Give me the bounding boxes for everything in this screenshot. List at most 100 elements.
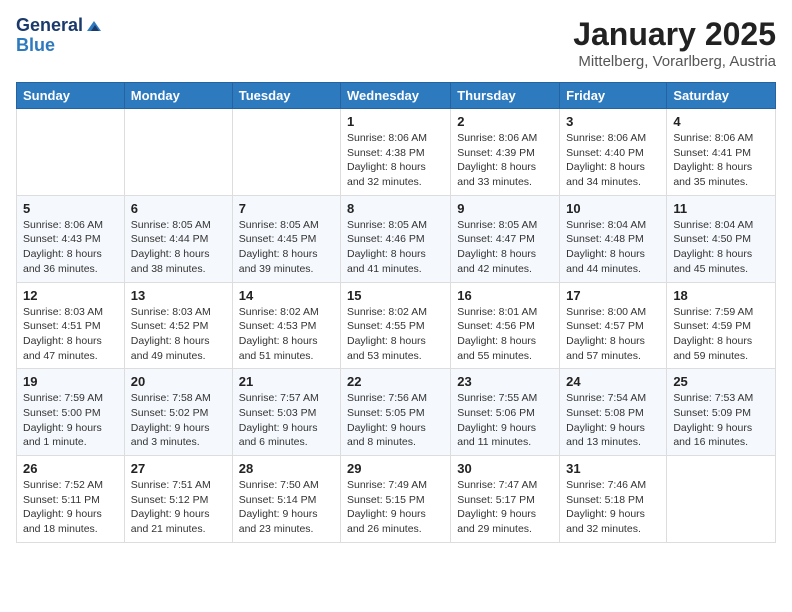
calendar-cell: 11 Sunrise: 8:04 AM Sunset: 4:50 PM Dayli… [667, 195, 776, 282]
calendar-cell: 2 Sunrise: 8:06 AM Sunset: 4:39 PM Daylig… [451, 109, 560, 196]
day-number: 9 [457, 201, 553, 216]
calendar-cell [124, 109, 232, 196]
calendar-cell [17, 109, 125, 196]
calendar-cell: 26Sunrise: 7:52 AM Sunset: 5:11 PM Dayli… [17, 456, 125, 543]
day-number: 20 [131, 374, 226, 389]
day-number: 5 [23, 201, 118, 216]
calendar-cell: 23Sunrise: 7:55 AM Sunset: 5:06 PM Dayli… [451, 369, 560, 456]
day-number: 14 [239, 288, 334, 303]
day-number: 6 [131, 201, 226, 216]
day-number: 29 [347, 461, 444, 476]
month-title: January 2025 [573, 16, 776, 53]
logo-blue: Blue [16, 36, 55, 56]
day-info: Sunrise: 7:58 AM Sunset: 5:02 PM Dayligh… [131, 391, 226, 450]
day-info: Sunrise: 7:49 AM Sunset: 5:15 PM Dayligh… [347, 478, 444, 537]
day-info: Sunrise: 7:56 AM Sunset: 5:05 PM Dayligh… [347, 391, 444, 450]
calendar-cell: 27 Sunrise: 7:51 AM Sunset: 5:12 PM Dayli… [124, 456, 232, 543]
day-info: Sunrise: 8:05 AM Sunset: 4:45 PM Dayligh… [239, 218, 334, 277]
page-header: General Blue January 2025 Mittelberg, Vo… [16, 16, 776, 70]
calendar-week-5: 26Sunrise: 7:52 AM Sunset: 5:11 PM Dayli… [17, 456, 776, 543]
calendar-week-1: 1 Sunrise: 8:06 AM Sunset: 4:38 PM Daylig… [17, 109, 776, 196]
calendar-cell: 8Sunrise: 8:05 AM Sunset: 4:46 PM Daylig… [341, 195, 451, 282]
calendar-cell: 25Sunrise: 7:53 AM Sunset: 5:09 PM Dayli… [667, 369, 776, 456]
day-info: Sunrise: 8:06 AM Sunset: 4:40 PM Dayligh… [566, 131, 660, 190]
day-number: 21 [239, 374, 334, 389]
weekday-header-saturday: Saturday [667, 83, 776, 109]
day-info: Sunrise: 7:54 AM Sunset: 5:08 PM Dayligh… [566, 391, 660, 450]
day-info: Sunrise: 7:46 AM Sunset: 5:18 PM Dayligh… [566, 478, 660, 537]
day-number: 3 [566, 114, 660, 129]
day-number: 7 [239, 201, 334, 216]
day-number: 10 [566, 201, 660, 216]
day-info: Sunrise: 8:05 AM Sunset: 4:47 PM Dayligh… [457, 218, 553, 277]
day-number: 8 [347, 201, 444, 216]
calendar-cell: 14Sunrise: 8:02 AM Sunset: 4:53 PM Dayli… [232, 282, 340, 369]
day-info: Sunrise: 8:06 AM Sunset: 4:39 PM Dayligh… [457, 131, 553, 190]
calendar-cell: 20 Sunrise: 7:58 AM Sunset: 5:02 PM Dayli… [124, 369, 232, 456]
calendar-cell: 3 Sunrise: 8:06 AM Sunset: 4:40 PM Daylig… [560, 109, 667, 196]
calendar-cell: 18Sunrise: 7:59 AM Sunset: 4:59 PM Dayli… [667, 282, 776, 369]
calendar-cell: 15Sunrise: 8:02 AM Sunset: 4:55 PM Dayli… [341, 282, 451, 369]
calendar-cell: 12Sunrise: 8:03 AM Sunset: 4:51 PM Dayli… [17, 282, 125, 369]
day-number: 2 [457, 114, 553, 129]
calendar-cell: 7 Sunrise: 8:05 AM Sunset: 4:45 PM Daylig… [232, 195, 340, 282]
weekday-header-wednesday: Wednesday [341, 83, 451, 109]
calendar-cell: 9 Sunrise: 8:05 AM Sunset: 4:47 PM Daylig… [451, 195, 560, 282]
day-number: 4 [673, 114, 769, 129]
day-info: Sunrise: 7:57 AM Sunset: 5:03 PM Dayligh… [239, 391, 334, 450]
calendar-cell [667, 456, 776, 543]
calendar-cell: 22 Sunrise: 7:56 AM Sunset: 5:05 PM Dayli… [341, 369, 451, 456]
day-info: Sunrise: 8:06 AM Sunset: 4:38 PM Dayligh… [347, 131, 444, 190]
day-number: 11 [673, 201, 769, 216]
calendar-cell: 10 Sunrise: 8:04 AM Sunset: 4:48 PM Dayli… [560, 195, 667, 282]
calendar-cell: 31 Sunrise: 7:46 AM Sunset: 5:18 PM Dayli… [560, 456, 667, 543]
day-number: 1 [347, 114, 444, 129]
day-info: Sunrise: 8:04 AM Sunset: 4:48 PM Dayligh… [566, 218, 660, 277]
calendar-cell: 28 Sunrise: 7:50 AM Sunset: 5:14 PM Dayli… [232, 456, 340, 543]
day-info: Sunrise: 8:01 AM Sunset: 4:56 PM Dayligh… [457, 305, 553, 364]
calendar-cell [232, 109, 340, 196]
day-number: 26 [23, 461, 118, 476]
logo: General Blue [16, 16, 103, 56]
day-number: 12 [23, 288, 118, 303]
weekday-header-row: SundayMondayTuesdayWednesdayThursdayFrid… [17, 83, 776, 109]
day-number: 30 [457, 461, 553, 476]
calendar-cell: 30 Sunrise: 7:47 AM Sunset: 5:17 PM Dayli… [451, 456, 560, 543]
day-number: 17 [566, 288, 660, 303]
day-info: Sunrise: 7:50 AM Sunset: 5:14 PM Dayligh… [239, 478, 334, 537]
weekday-header-tuesday: Tuesday [232, 83, 340, 109]
day-info: Sunrise: 8:02 AM Sunset: 4:55 PM Dayligh… [347, 305, 444, 364]
day-number: 19 [23, 374, 118, 389]
day-info: Sunrise: 7:53 AM Sunset: 5:09 PM Dayligh… [673, 391, 769, 450]
day-number: 22 [347, 374, 444, 389]
weekday-header-sunday: Sunday [17, 83, 125, 109]
day-number: 16 [457, 288, 553, 303]
calendar-cell: 19Sunrise: 7:59 AM Sunset: 5:00 PM Dayli… [17, 369, 125, 456]
day-number: 31 [566, 461, 660, 476]
calendar-cell: 1 Sunrise: 8:06 AM Sunset: 4:38 PM Daylig… [341, 109, 451, 196]
weekday-header-friday: Friday [560, 83, 667, 109]
weekday-header-monday: Monday [124, 83, 232, 109]
day-info: Sunrise: 8:06 AM Sunset: 4:41 PM Dayligh… [673, 131, 769, 190]
day-number: 27 [131, 461, 226, 476]
calendar-cell: 4 Sunrise: 8:06 AM Sunset: 4:41 PM Daylig… [667, 109, 776, 196]
calendar-table: SundayMondayTuesdayWednesdayThursdayFrid… [16, 82, 776, 543]
day-number: 18 [673, 288, 769, 303]
calendar-cell: 5Sunrise: 8:06 AM Sunset: 4:43 PM Daylig… [17, 195, 125, 282]
logo-icon [85, 17, 103, 35]
day-info: Sunrise: 7:47 AM Sunset: 5:17 PM Dayligh… [457, 478, 553, 537]
day-info: Sunrise: 7:51 AM Sunset: 5:12 PM Dayligh… [131, 478, 226, 537]
day-info: Sunrise: 8:03 AM Sunset: 4:52 PM Dayligh… [131, 305, 226, 364]
day-number: 13 [131, 288, 226, 303]
day-number: 23 [457, 374, 553, 389]
location-title: Mittelberg, Vorarlberg, Austria [573, 53, 776, 70]
day-number: 28 [239, 461, 334, 476]
title-block: January 2025 Mittelberg, Vorarlberg, Aus… [573, 16, 776, 70]
day-info: Sunrise: 8:04 AM Sunset: 4:50 PM Dayligh… [673, 218, 769, 277]
logo-general: General [16, 16, 83, 36]
day-info: Sunrise: 8:05 AM Sunset: 4:44 PM Dayligh… [131, 218, 226, 277]
calendar-week-3: 12Sunrise: 8:03 AM Sunset: 4:51 PM Dayli… [17, 282, 776, 369]
calendar-week-2: 5Sunrise: 8:06 AM Sunset: 4:43 PM Daylig… [17, 195, 776, 282]
calendar-cell: 24Sunrise: 7:54 AM Sunset: 5:08 PM Dayli… [560, 369, 667, 456]
calendar-cell: 17Sunrise: 8:00 AM Sunset: 4:57 PM Dayli… [560, 282, 667, 369]
